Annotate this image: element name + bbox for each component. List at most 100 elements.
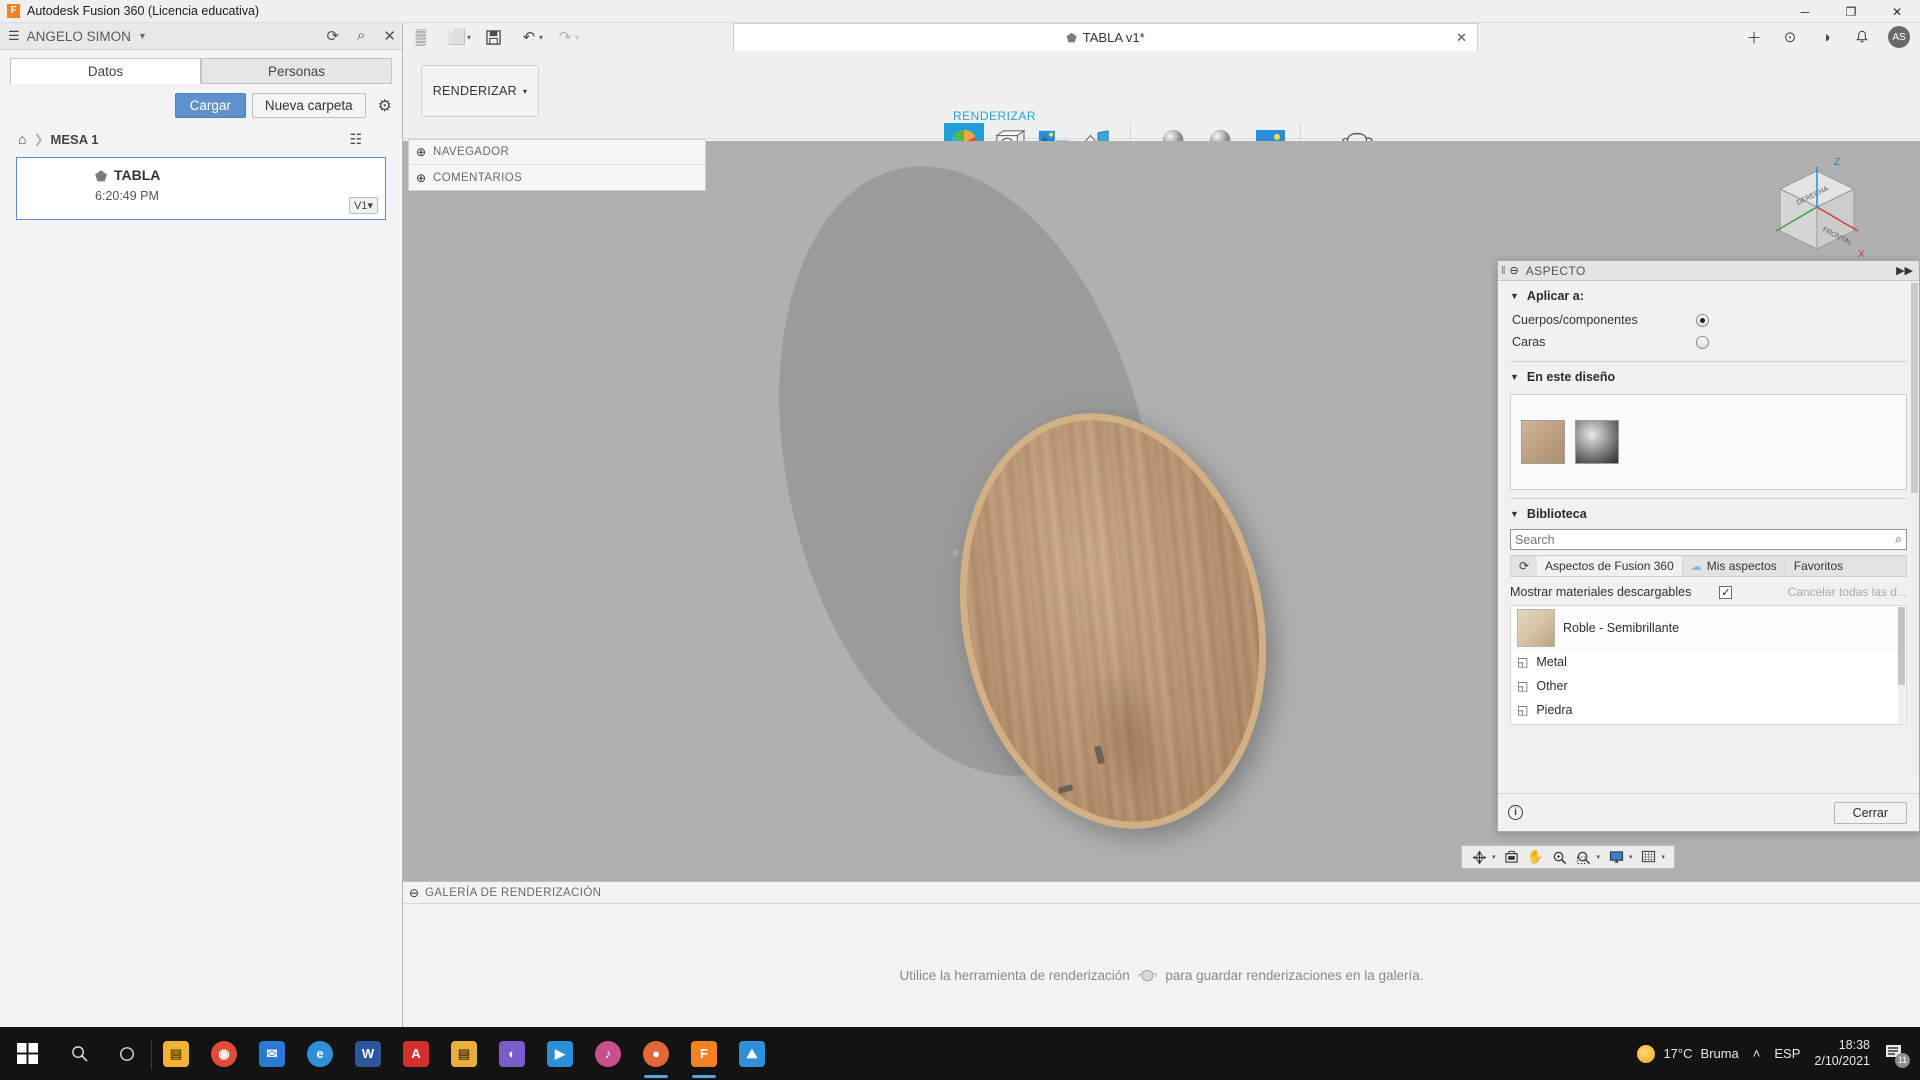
radio-row-caras[interactable]: Caras: [1498, 331, 1919, 353]
browser-row-comentarios[interactable]: ⊕ COMENTARIOS: [409, 165, 705, 190]
roble-semibrillante-swatch[interactable]: [1521, 420, 1565, 464]
language-indicator[interactable]: ESP: [1774, 1046, 1800, 1061]
notifications-bell-icon[interactable]: [1846, 23, 1878, 51]
zoom-window-icon[interactable]: [1573, 847, 1595, 867]
collapse-icon[interactable]: ⊖: [403, 886, 425, 900]
info-icon[interactable]: i: [1508, 805, 1523, 820]
file-card-tabla[interactable]: ⬟ TABLA 6:20:49 PM V1▾: [16, 157, 386, 220]
taskbar-app-paint3d[interactable]: ◐: [488, 1027, 536, 1080]
appearance-dialog-titlebar[interactable]: ‖ ⊖ ASPECTO ▶▶: [1498, 261, 1919, 281]
start-button[interactable]: [0, 1027, 55, 1080]
ribbon-active-tab-label[interactable]: RENDERIZAR: [953, 109, 1036, 123]
grid-snap-icon[interactable]: [1638, 847, 1660, 867]
taskbar-app-fusion360[interactable]: F: [680, 1027, 728, 1080]
zoom-window-caret-icon[interactable]: ▾: [1597, 853, 1601, 861]
section-header-en-este-diseno[interactable]: ▼ En este diseño: [1498, 362, 1919, 390]
help-circle-icon[interactable]: ◑: [1810, 23, 1842, 51]
list-item[interactable]: Roble - Semibrillante: [1511, 606, 1906, 650]
pin-dock-icon[interactable]: ▶▶: [1896, 264, 1913, 277]
render-gallery-header[interactable]: ⊖ GALERÍA DE RENDERIZACIÓN: [403, 882, 1920, 904]
document-tab[interactable]: ⬟ TABLA v1* ✕: [733, 23, 1478, 51]
taskbar-app-microsoft-edge[interactable]: e: [296, 1027, 344, 1080]
show-downloadable-checkbox[interactable]: ✓: [1719, 585, 1733, 599]
expand-icon[interactable]: ⊕: [409, 145, 433, 159]
section-header-aplicar-a[interactable]: ▼ Aplicar a:: [1498, 281, 1919, 309]
triangle-down-icon[interactable]: ▼: [1510, 509, 1519, 519]
refresh-icon[interactable]: ⟳: [326, 27, 339, 45]
globe-icon[interactable]: ☷: [349, 131, 362, 148]
view-cube[interactable]: DERECHA FRONTAL Z X: [1762, 157, 1872, 271]
taskbar-app-chrome-2[interactable]: ●: [632, 1027, 680, 1080]
clock[interactable]: 18:38 2/10/2021: [1814, 1038, 1870, 1069]
library-search-input[interactable]: [1510, 529, 1907, 550]
maximize-button[interactable]: ❐: [1828, 0, 1874, 23]
taskbar-app-photos[interactable]: ⛰: [728, 1027, 776, 1080]
cortana-icon[interactable]: [103, 1027, 151, 1080]
taskbar-app-file-explorer[interactable]: ▤: [152, 1027, 200, 1080]
upload-button[interactable]: Cargar: [174, 93, 246, 118]
tray-expand-chevron-icon[interactable]: ˄: [1753, 1046, 1761, 1061]
taskbar-app-adobe-acrobat[interactable]: A: [392, 1027, 440, 1080]
search-icon[interactable]: ⌕: [357, 27, 365, 45]
close-panel-icon[interactable]: ✕: [383, 27, 396, 45]
taskbar-app-video[interactable]: ▶: [536, 1027, 584, 1080]
orbit-icon[interactable]: [1468, 847, 1490, 867]
metal-swatch[interactable]: [1575, 420, 1619, 464]
library-tab-aspectos-fusion[interactable]: Aspectos de Fusion 360: [1537, 556, 1683, 576]
triangle-down-icon[interactable]: ▼: [1510, 291, 1519, 301]
expand-icon[interactable]: ⊕: [409, 171, 433, 185]
refresh-icon[interactable]: ⟳: [1511, 556, 1537, 576]
search-icon[interactable]: ⌕: [1895, 532, 1902, 547]
dialog-scrollbar-thumb[interactable]: [1911, 283, 1918, 493]
taskbar-app-mail[interactable]: ✉: [248, 1027, 296, 1080]
account-name[interactable]: ANGELO SIMON: [27, 29, 131, 44]
undo-caret-icon[interactable]: ▾: [539, 33, 543, 42]
file-menu-caret-icon[interactable]: ▾: [467, 33, 471, 42]
library-tab-mis-aspectos[interactable]: ☁ Mis aspectos: [1683, 556, 1786, 576]
list-item[interactable]: ◱ Metal: [1511, 650, 1906, 674]
home-icon[interactable]: ⌂: [18, 131, 26, 147]
chevron-down-icon[interactable]: ▼: [138, 31, 147, 41]
show-data-panel-icon[interactable]: ▒: [403, 23, 439, 51]
radio-cuerpos-componentes[interactable]: [1696, 313, 1709, 327]
notification-center-icon[interactable]: 11: [1884, 1043, 1910, 1068]
taskbar-search-icon[interactable]: [55, 1027, 103, 1080]
close-dialog-button[interactable]: Cerrar: [1833, 801, 1907, 824]
zoom-icon[interactable]: [1549, 847, 1571, 867]
breadcrumb-current-folder[interactable]: MESA 1: [51, 132, 99, 147]
redo-caret-icon[interactable]: ▾: [575, 33, 579, 42]
display-caret-icon[interactable]: ▾: [1629, 853, 1633, 861]
taskbar-app-microsoft-word[interactable]: W: [344, 1027, 392, 1080]
radio-caras[interactable]: [1696, 335, 1709, 349]
library-scrollbar-thumb[interactable]: [1898, 607, 1905, 685]
cancel-downloads-link[interactable]: Cancelar todas las d...: [1788, 585, 1907, 599]
triangle-down-icon[interactable]: ▼: [1510, 372, 1519, 382]
taskbar-app-store[interactable]: ▤: [440, 1027, 488, 1080]
extensions-icon[interactable]: ⊙: [1774, 23, 1806, 51]
close-document-icon[interactable]: ✕: [1456, 30, 1467, 46]
list-item[interactable]: ◱ Piedra: [1511, 698, 1906, 722]
file-version-badge[interactable]: V1▾: [349, 197, 378, 214]
weather-widget[interactable]: 17°C Bruma: [1637, 1044, 1739, 1063]
look-at-icon[interactable]: [1501, 847, 1523, 867]
library-scrollbar[interactable]: [1898, 607, 1905, 724]
minimize-button[interactable]: ─: [1782, 0, 1828, 23]
display-settings-icon[interactable]: [1605, 847, 1627, 867]
section-header-biblioteca[interactable]: ▼ Biblioteca: [1498, 499, 1919, 527]
taskbar-app-media[interactable]: ♪: [584, 1027, 632, 1080]
gear-icon[interactable]: ⚙: [378, 96, 392, 116]
dialog-scrollbar[interactable]: [1911, 283, 1918, 783]
workspace-selector[interactable]: RENDERIZAR ▾: [421, 65, 539, 117]
add-tab-icon[interactable]: ＋: [1738, 23, 1770, 51]
avatar[interactable]: AS: [1888, 26, 1910, 48]
radio-row-cuerpos-componentes[interactable]: Cuerpos/componentes: [1498, 309, 1919, 331]
tab-personas[interactable]: Personas: [201, 58, 392, 84]
collapse-icon[interactable]: ⊖: [1510, 264, 1519, 277]
list-item[interactable]: ◱ Other: [1511, 674, 1906, 698]
browser-row-navegador[interactable]: ⊕ NAVEGADOR: [409, 140, 705, 165]
tab-datos[interactable]: Datos: [10, 58, 201, 84]
close-button[interactable]: ✕: [1874, 0, 1920, 23]
grid-caret-icon[interactable]: ▾: [1662, 853, 1666, 861]
library-tab-favoritos[interactable]: Favoritos: [1786, 556, 1851, 576]
drag-grip-icon[interactable]: ‖: [1501, 265, 1506, 277]
